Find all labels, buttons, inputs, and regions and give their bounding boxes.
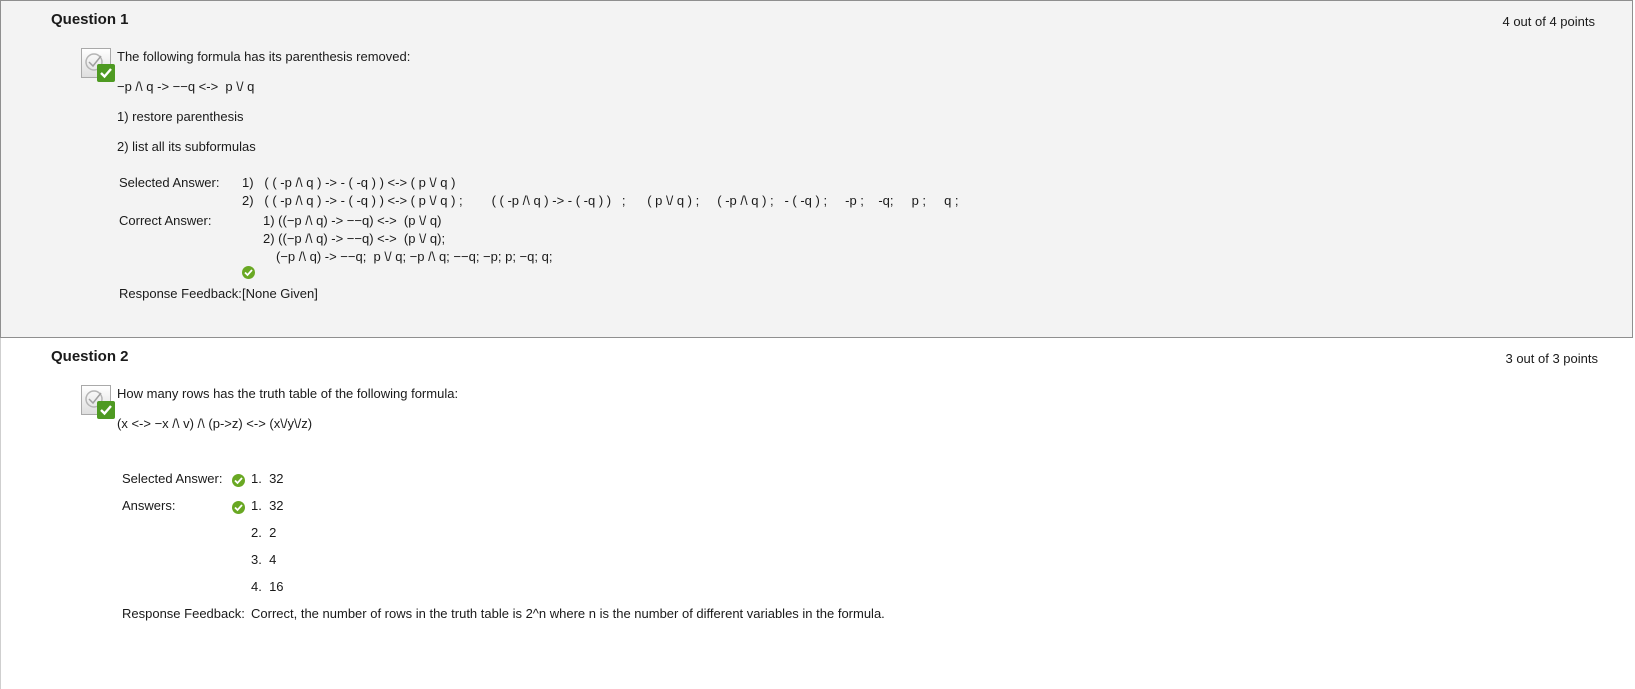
answer-option: 1. 32 xyxy=(251,498,284,513)
question-prompt: The following formula has its parenthesi… xyxy=(117,49,411,64)
answer-option: 2. 2 xyxy=(251,525,277,540)
answer-option: 4. 16 xyxy=(251,579,284,594)
graded-correct-icon xyxy=(81,385,115,419)
answer-option: 3. 4 xyxy=(251,552,277,567)
response-feedback-label: Response Feedback: xyxy=(119,286,242,301)
question-title: Question 1 xyxy=(51,11,129,28)
question-task: 2) list all its subformulas xyxy=(117,139,256,154)
selected-answer-value: 1. 32 xyxy=(251,471,284,486)
question-prompt: How many rows has the truth table of the… xyxy=(117,386,459,401)
correct-check-icon xyxy=(232,474,245,487)
question-points: 3 out of 3 points xyxy=(1505,351,1598,366)
selected-answer-line: 1) ( ( -p /\ q ) -> - ( -q ) ) <-> ( p \… xyxy=(242,175,456,190)
graded-correct-icon xyxy=(81,48,115,82)
question-title: Question 2 xyxy=(51,348,129,365)
question-task: 1) restore parenthesis xyxy=(117,109,244,124)
correct-answer-line: 2) ((−p /\ q) -> −−q) <-> (p \/ q); xyxy=(263,231,446,246)
selected-answer-label: Selected Answer: xyxy=(119,175,220,190)
question-1-block: Question 1 4 out of 4 points The followi… xyxy=(0,0,1633,338)
response-feedback-text: [None Given] xyxy=(242,286,318,301)
question-formula: (x <-> −x /\ v) /\ (p->z) <-> (x\/y\/z) xyxy=(117,416,313,431)
response-feedback-text: Correct, the number of rows in the truth… xyxy=(251,606,885,621)
correct-answer-line: 1) ((−p /\ q) -> −−q) <-> (p \/ q) xyxy=(263,213,442,228)
response-feedback-label: Response Feedback: xyxy=(122,606,245,621)
selected-answer-label: Selected Answer: xyxy=(122,471,223,486)
correct-check-icon xyxy=(232,501,245,514)
correct-answer-label: Correct Answer: xyxy=(119,213,212,228)
answers-label: Answers: xyxy=(122,498,176,513)
question-formula: −p /\ q -> −−q <-> p \/ q xyxy=(117,79,255,94)
question-2-block: Question 2 3 out of 3 points How many ro… xyxy=(0,338,1635,689)
correct-answer-line: (−p /\ q) -> −−q; p \/ q; −p /\ q; −−q; … xyxy=(276,249,553,264)
selected-answer-line: 2) ( ( -p /\ q ) -> - ( -q ) ) <-> ( p \… xyxy=(242,193,959,208)
test-results-page: Question 1 4 out of 4 points The followi… xyxy=(0,0,1635,689)
question-points: 4 out of 4 points xyxy=(1502,14,1595,29)
correct-check-icon xyxy=(242,266,255,279)
